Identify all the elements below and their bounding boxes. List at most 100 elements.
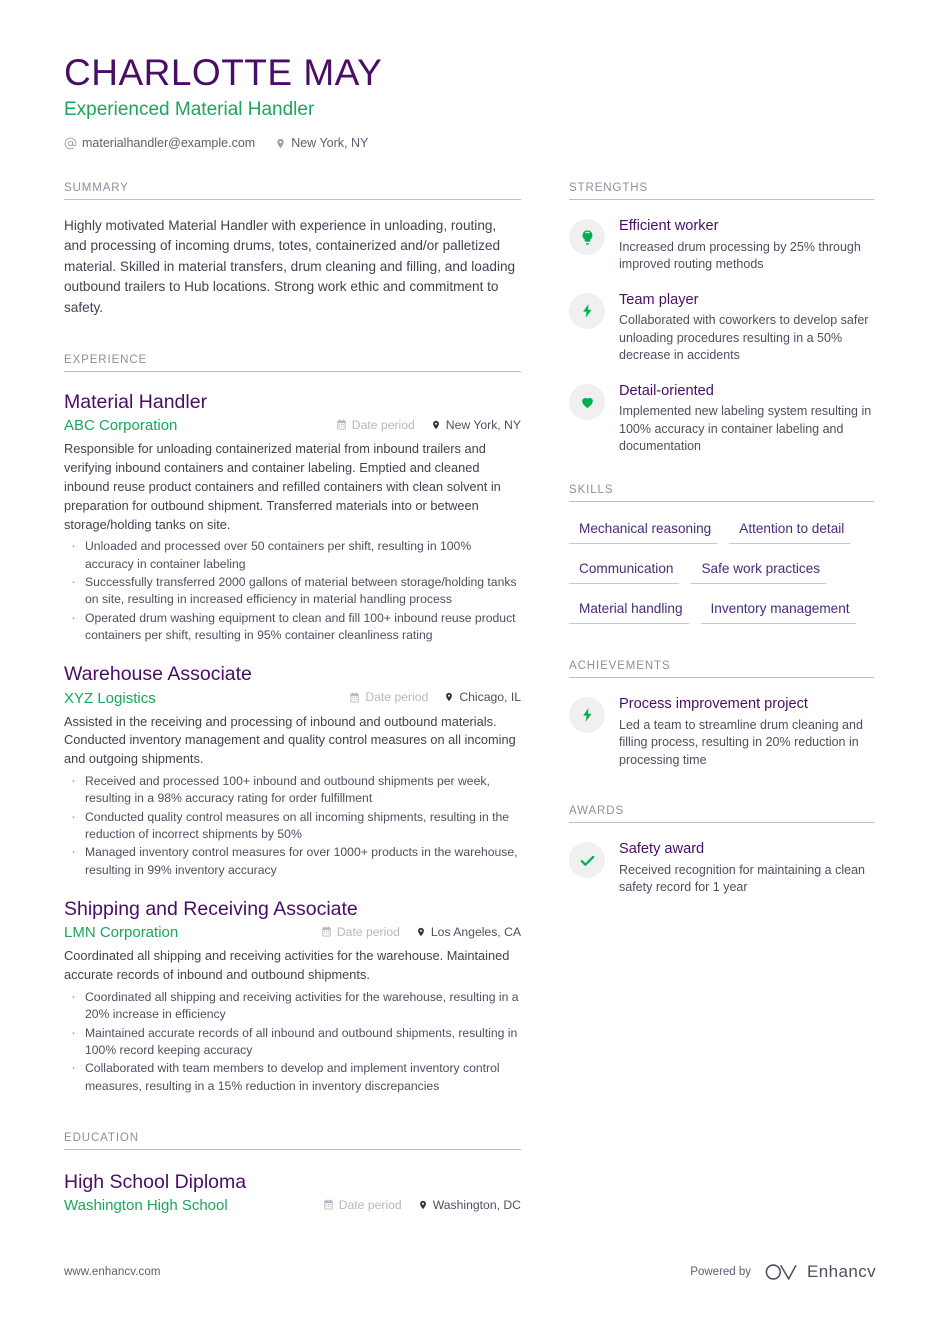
list-item: Successfully transferred 2000 gallons of… <box>64 572 521 609</box>
contact-location-text: New York, NY <box>291 136 369 151</box>
strength-item: Detail-oriented Implemented new labeling… <box>569 382 874 456</box>
map-pin-icon <box>431 419 441 431</box>
strength-body: Team player Collaborated with coworkers … <box>619 291 874 365</box>
experience-description: Coordinated all shipping and receiving a… <box>64 948 510 983</box>
calendar-icon <box>336 419 347 430</box>
skill-chip[interactable]: Safe work practices <box>691 558 827 585</box>
check-icon <box>569 842 605 879</box>
section-strengths: STRENGTHS Efficient worker Increased dru… <box>569 182 874 456</box>
skill-chip[interactable]: Communication <box>569 558 680 585</box>
experience-meta: LMN Corporation Date period Los Angeles,… <box>64 924 521 941</box>
list-item: Unloaded and processed over 50 container… <box>64 536 521 573</box>
map-pin-icon <box>275 137 286 150</box>
section-title-skills: SKILLS <box>569 484 874 502</box>
award-description: Received recognition for maintaining a c… <box>619 862 865 895</box>
experience-date: Date period <box>349 690 428 704</box>
experience-company: XYZ Logistics <box>64 689 156 707</box>
list-item: Coordinated all shipping and receiving a… <box>64 987 521 1024</box>
experience-location-text: Los Angeles, CA <box>430 924 521 939</box>
resume-header: CHARLOTTE MAY Experienced Material Handl… <box>64 52 664 150</box>
experience-job-title: Material Handler <box>64 390 208 413</box>
calendar-icon <box>349 692 360 703</box>
experience-meta: ABC Corporation Date period New York, NY <box>64 417 521 434</box>
experience-company: LMN Corporation <box>64 924 179 942</box>
list-item: Maintained accurate records of all inbou… <box>64 1023 521 1060</box>
experience-company: ABC Corporation <box>64 417 178 435</box>
resume-page: CHARLOTTE MAY Experienced Material Handl… <box>0 0 940 1330</box>
strength-title: Efficient worker <box>619 218 719 234</box>
experience-job-title: Shipping and Receiving Associate <box>64 898 358 921</box>
experience-location: New York, NY <box>431 418 521 432</box>
achievement-item: Process improvement project Led a team t… <box>569 695 874 769</box>
contact-row: materialhandler@example.com New York, NY <box>64 136 664 150</box>
section-experience: EXPERIENCE Material Handler ABC Corporat… <box>64 354 521 1095</box>
experience-location: Los Angeles, CA <box>416 925 521 939</box>
experience-date-text: Date period <box>336 924 400 939</box>
section-title-achievements: ACHIEVEMENTS <box>569 660 874 679</box>
experience-meta-right: Date period Chicago, IL <box>349 690 521 704</box>
skill-chip[interactable]: Inventory management <box>700 598 856 625</box>
education-date: Date period <box>323 1198 402 1212</box>
enhancv-brand[interactable]: Enhancv <box>764 1262 876 1282</box>
education-location: Washington, DC <box>418 1198 521 1212</box>
strength-item: Efficient worker Increased drum processi… <box>569 217 874 274</box>
experience-meta-right: Date period New York, NY <box>336 418 521 432</box>
education-date-text: Date period <box>338 1197 402 1212</box>
enhancv-brand-name: Enhancv <box>807 1262 876 1281</box>
strength-body: Efficient worker Increased drum processi… <box>619 217 874 274</box>
map-pin-icon <box>444 691 454 703</box>
award-title: Safety award <box>619 841 705 858</box>
experience-description: Responsible for unloading containerized … <box>64 441 501 532</box>
footer-website-link[interactable]: www.enhancv.com <box>64 1266 161 1278</box>
skill-chip[interactable]: Material handling <box>569 598 689 625</box>
strength-description: Implemented new labeling system resultin… <box>619 404 872 453</box>
map-pin-icon <box>416 926 426 938</box>
strength-description: Increased drum processing by 25% through… <box>619 239 861 272</box>
strength-item: Team player Collaborated with coworkers … <box>569 291 874 365</box>
experience-location-text: Chicago, IL <box>459 690 521 705</box>
experience-date-text: Date period <box>365 690 429 705</box>
lightning-bolt-icon <box>569 292 605 329</box>
section-title-education: EDUCATION <box>64 1132 521 1150</box>
experience-date-text: Date period <box>351 417 415 432</box>
list-item: Conducted quality control measures on al… <box>64 807 521 844</box>
section-title-awards: AWARDS <box>569 805 874 824</box>
experience-bullets: Coordinated all shipping and receiving a… <box>64 987 521 1095</box>
list-item: Received and processed 100+ inbound and … <box>64 771 521 808</box>
achievement-body: Process improvement project Led a team t… <box>619 695 874 769</box>
skill-chip[interactable]: Mechanical reasoning <box>569 518 718 544</box>
award-item: Safety award Received recognition for ma… <box>569 840 874 897</box>
experience-description: Assisted in the receiving and processing… <box>64 713 516 767</box>
education-degree: High School Diploma <box>64 1170 247 1193</box>
summary-text: Highly motivated Material Handler with e… <box>64 218 516 315</box>
list-item: Operated drum washing equipment to clean… <box>64 608 521 645</box>
award-body: Safety award Received recognition for ma… <box>619 840 874 897</box>
at-sign-icon <box>64 137 77 150</box>
education-meta-right: Date period Washington, DC <box>323 1198 521 1212</box>
section-title-strengths: STRENGTHS <box>569 182 874 200</box>
page-footer: www.enhancv.com Powered by Enhancv <box>64 1262 876 1282</box>
contact-email[interactable]: materialhandler@example.com <box>64 136 255 150</box>
map-pin-icon <box>418 1199 428 1211</box>
list-item: Collaborated with team members to develo… <box>64 1058 521 1095</box>
skill-chip[interactable]: Attention to detail <box>729 518 851 544</box>
education-meta: Washington High School Date period Washi… <box>64 1197 521 1214</box>
experience-location: Chicago, IL <box>444 690 521 704</box>
experience-date: Date period <box>336 418 415 432</box>
lightbulb-icon <box>569 219 605 255</box>
experience-bullets: Unloaded and processed over 50 container… <box>64 536 521 645</box>
strength-title: Team player <box>619 291 699 308</box>
heart-icon <box>569 383 605 420</box>
experience-bullets: Received and processed 100+ inbound and … <box>64 771 521 879</box>
list-item: Managed inventory control measures for o… <box>64 842 521 879</box>
education-school: Washington High School <box>64 1197 228 1215</box>
left-column: SUMMARY Highly motivated Material Handle… <box>64 182 521 1214</box>
section-education: EDUCATION High School Diploma Washington… <box>64 1132 521 1214</box>
contact-email-text: materialhandler@example.com <box>82 136 256 151</box>
experience-entry: Material Handler ABC Corporation Date pe… <box>64 390 521 644</box>
achievement-title: Process improvement project <box>619 696 808 713</box>
education-entry: High School Diploma Washington High Scho… <box>64 1170 521 1214</box>
experience-job-title: Warehouse Associate <box>64 663 252 686</box>
experience-entry: Warehouse Associate XYZ Logistics Date p… <box>64 662 521 879</box>
achievement-description: Led a team to streamline drum cleaning a… <box>619 717 863 767</box>
